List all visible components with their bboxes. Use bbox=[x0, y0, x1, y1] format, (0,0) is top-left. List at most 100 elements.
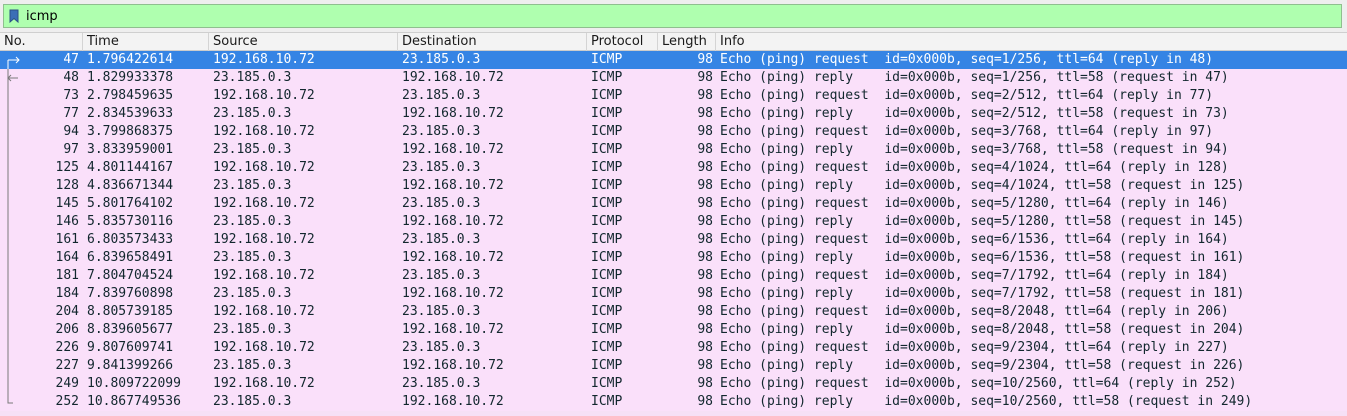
bookmark-icon[interactable] bbox=[4, 5, 24, 27]
cell-length: 98 bbox=[697, 268, 713, 283]
display-filter-input[interactable]: icmp bbox=[3, 4, 1342, 28]
column-header-time[interactable]: Time bbox=[83, 33, 209, 51]
cell-destination: 192.168.10.72 bbox=[402, 286, 504, 301]
packet-row[interactable]: 73 2.798459635 192.168.10.72 23.185.0.3 ICMP… bbox=[0, 87, 1347, 105]
cell-info: Echo (ping) request id=0x000b, seq=4/102… bbox=[720, 160, 1229, 175]
cell-no: 145 bbox=[55, 196, 79, 211]
cell-no: 47 bbox=[63, 52, 79, 67]
cell-length: 98 bbox=[697, 178, 713, 193]
packet-row[interactable]: 181 7.804704524 192.168.10.72 23.185.0.3 ICM… bbox=[0, 267, 1347, 285]
cell-source: 192.168.10.72 bbox=[213, 268, 315, 283]
packet-row[interactable]: 206 8.839605677 23.185.0.3 192.168.10.72 ICM… bbox=[0, 321, 1347, 339]
cell-time: 5.835730116 bbox=[87, 214, 174, 229]
cell-destination: 23.185.0.3 bbox=[402, 52, 481, 67]
packet-row[interactable]: 125 4.801144167 192.168.10.72 23.185.0.3 ICM… bbox=[0, 159, 1347, 177]
cell-destination: 192.168.10.72 bbox=[402, 142, 504, 157]
cell-time: 5.801764102 bbox=[87, 196, 174, 211]
column-header-source[interactable]: Source bbox=[209, 33, 398, 51]
cell-destination: 192.168.10.72 bbox=[402, 214, 504, 229]
column-header-destination[interactable]: Destination bbox=[398, 33, 587, 51]
cell-no: 206 bbox=[55, 322, 79, 337]
cell-time: 9.841399266 bbox=[87, 358, 174, 373]
packet-row[interactable]: 146 5.835730116 23.185.0.3 192.168.10.72 ICM… bbox=[0, 213, 1347, 231]
cell-no: 73 bbox=[63, 88, 79, 103]
packet-row[interactable]: 226 9.807609741 192.168.10.72 23.185.0.3 ICM… bbox=[0, 339, 1347, 357]
cell-destination: 192.168.10.72 bbox=[402, 70, 504, 85]
cell-info: Echo (ping) request id=0x000b, seq=2/512… bbox=[720, 88, 1214, 103]
packet-row[interactable]: 94 3.799868375 192.168.10.72 23.185.0.3 ICMP… bbox=[0, 123, 1347, 141]
packet-row[interactable]: 97 3.833959001 23.185.0.3 192.168.10.72 ICMP… bbox=[0, 141, 1347, 159]
cell-time: 2.834539633 bbox=[87, 106, 174, 121]
cell-protocol: ICMP bbox=[591, 124, 623, 139]
packet-row[interactable]: 249 10.809722099 192.168.10.72 23.185.0.3 IC… bbox=[0, 375, 1347, 393]
column-header-length[interactable]: Length bbox=[658, 33, 716, 51]
cell-protocol: ICMP bbox=[591, 88, 623, 103]
packet-list-filler bbox=[0, 411, 1347, 416]
packet-row[interactable]: 252 10.867749536 23.185.0.3 192.168.10.72 IC… bbox=[0, 393, 1347, 411]
cell-length: 98 bbox=[697, 304, 713, 319]
packet-row[interactable]: 77 2.834539633 23.185.0.3 192.168.10.72 ICMP… bbox=[0, 105, 1347, 123]
cell-no: 164 bbox=[55, 250, 79, 265]
cell-protocol: ICMP bbox=[591, 196, 623, 211]
cell-time: 10.867749536 bbox=[87, 394, 181, 409]
cell-source: 23.185.0.3 bbox=[213, 178, 292, 193]
cell-protocol: ICMP bbox=[591, 376, 623, 391]
packet-row[interactable]: 184 7.839760898 23.185.0.3 192.168.10.72 ICM… bbox=[0, 285, 1347, 303]
cell-destination: 23.185.0.3 bbox=[402, 88, 481, 103]
cell-no: 128 bbox=[55, 178, 79, 193]
cell-length: 98 bbox=[697, 232, 713, 247]
packet-row[interactable]: 164 6.839658491 23.185.0.3 192.168.10.72 ICM… bbox=[0, 249, 1347, 267]
cell-time: 6.803573433 bbox=[87, 232, 174, 247]
packet-row[interactable]: 204 8.805739185 192.168.10.72 23.185.0.3 ICM… bbox=[0, 303, 1347, 321]
column-header-protocol[interactable]: Protocol bbox=[587, 33, 658, 51]
cell-time: 9.807609741 bbox=[87, 340, 174, 355]
cell-no: 94 bbox=[63, 124, 79, 139]
column-header-no[interactable]: No. bbox=[0, 33, 83, 51]
cell-destination: 192.168.10.72 bbox=[402, 178, 504, 193]
display-filter-toolbar: icmp bbox=[0, 0, 1347, 33]
cell-source: 23.185.0.3 bbox=[213, 394, 292, 409]
cell-length: 98 bbox=[697, 160, 713, 175]
packet-row[interactable]: 47 1.796422614 192.168.10.72 23.185.0.3 ICMP… bbox=[0, 51, 1347, 69]
cell-protocol: ICMP bbox=[591, 214, 623, 229]
column-header-info[interactable]: Info bbox=[716, 33, 1347, 51]
cell-destination: 192.168.10.72 bbox=[402, 358, 504, 373]
cell-destination: 192.168.10.72 bbox=[402, 250, 504, 265]
cell-destination: 23.185.0.3 bbox=[402, 304, 481, 319]
cell-length: 98 bbox=[697, 394, 713, 409]
cell-source: 192.168.10.72 bbox=[213, 52, 315, 67]
cell-no: 252 bbox=[55, 394, 79, 409]
cell-no: 161 bbox=[55, 232, 79, 247]
cell-protocol: ICMP bbox=[591, 160, 623, 175]
cell-source: 23.185.0.3 bbox=[213, 106, 292, 121]
cell-length: 98 bbox=[697, 106, 713, 121]
cell-info: Echo (ping) reply id=0x000b, seq=7/1792,… bbox=[720, 286, 1245, 301]
cell-no: 48 bbox=[63, 70, 79, 85]
cell-time: 7.839760898 bbox=[87, 286, 174, 301]
cell-destination: 23.185.0.3 bbox=[402, 268, 481, 283]
cell-destination: 23.185.0.3 bbox=[402, 196, 481, 211]
cell-info: Echo (ping) reply id=0x000b, seq=6/1536,… bbox=[720, 250, 1245, 265]
cell-length: 98 bbox=[697, 286, 713, 301]
packet-row[interactable]: 48 1.829933378 23.185.0.3 192.168.10.72 ICMP… bbox=[0, 69, 1347, 87]
cell-info: Echo (ping) reply id=0x000b, seq=2/512, … bbox=[720, 106, 1229, 121]
cell-protocol: ICMP bbox=[591, 142, 623, 157]
packet-row[interactable]: 161 6.803573433 192.168.10.72 23.185.0.3 ICM… bbox=[0, 231, 1347, 249]
cell-protocol: ICMP bbox=[591, 268, 623, 283]
cell-time: 4.801144167 bbox=[87, 160, 174, 175]
cell-length: 98 bbox=[697, 340, 713, 355]
cell-length: 98 bbox=[697, 250, 713, 265]
cell-info: Echo (ping) reply id=0x000b, seq=4/1024,… bbox=[720, 178, 1245, 193]
cell-source: 192.168.10.72 bbox=[213, 124, 315, 139]
packet-row[interactable]: 227 9.841399266 23.185.0.3 192.168.10.72 ICM… bbox=[0, 357, 1347, 375]
packet-row[interactable]: 145 5.801764102 192.168.10.72 23.185.0.3 ICM… bbox=[0, 195, 1347, 213]
cell-source: 192.168.10.72 bbox=[213, 160, 315, 175]
cell-protocol: ICMP bbox=[591, 106, 623, 121]
cell-length: 98 bbox=[697, 196, 713, 211]
cell-info: Echo (ping) request id=0x000b, seq=3/768… bbox=[720, 124, 1214, 139]
cell-no: 226 bbox=[55, 340, 79, 355]
packet-row[interactable]: 128 4.836671344 23.185.0.3 192.168.10.72 ICM… bbox=[0, 177, 1347, 195]
cell-protocol: ICMP bbox=[591, 178, 623, 193]
cell-info: Echo (ping) request id=0x000b, seq=8/204… bbox=[720, 304, 1229, 319]
cell-time: 3.799868375 bbox=[87, 124, 174, 139]
